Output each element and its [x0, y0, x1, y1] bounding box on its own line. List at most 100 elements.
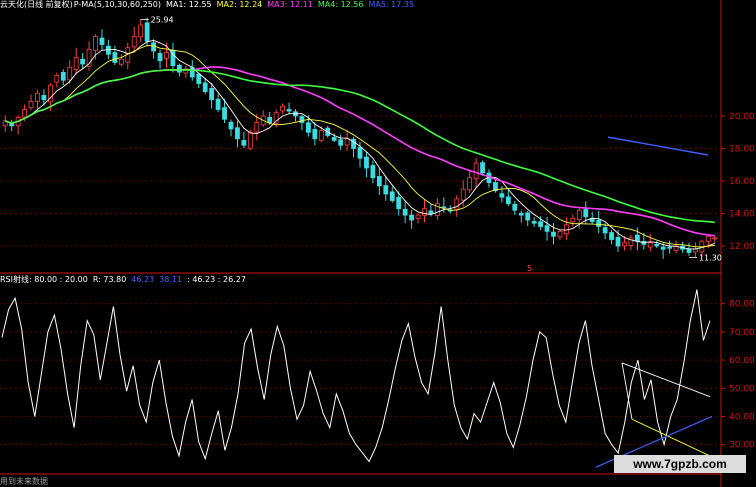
rsi-tick-label: 40.00	[729, 412, 755, 422]
candle-body	[286, 109, 292, 112]
low-label: 11.30	[699, 253, 722, 262]
ma5-value: MA5: 17.35	[368, 0, 415, 9]
footer-note: 用到未来数据	[0, 477, 48, 486]
rsi-tick-label: 80.00	[729, 300, 755, 310]
candle-body	[331, 137, 337, 141]
candle-body	[151, 42, 156, 52]
candle-body	[273, 112, 279, 124]
candle-body	[376, 176, 382, 187]
rsi-tick-label: 70.00	[729, 328, 755, 338]
candle-body	[118, 58, 124, 65]
bottom-marker: 5	[527, 264, 532, 273]
ma4-value: MA4: 12.56	[317, 0, 364, 9]
candle-body	[254, 122, 260, 133]
candle-body	[422, 208, 427, 216]
candle-body	[67, 66, 73, 81]
candle-body	[80, 58, 86, 65]
candle-body	[609, 232, 614, 240]
candle-body	[370, 165, 376, 179]
candle-body	[312, 129, 318, 140]
candle-body	[428, 210, 434, 214]
candle-body	[357, 147, 363, 159]
candle-body	[364, 156, 369, 169]
candle-body	[164, 52, 169, 59]
candle-body	[544, 225, 550, 232]
indicator-label: P-MA(5,10,30,60,250)	[73, 0, 162, 9]
trendline-lower	[631, 418, 711, 457]
rsi-v3: : 46.23 : 26.27	[187, 275, 246, 284]
stock-chart: 12.00 14.00 16.00 18.00 20.00 25.94 11.30 5 30.0…	[0, 0, 755, 487]
candle-body	[267, 117, 273, 123]
high-label: 25.94	[151, 15, 174, 24]
candle-body	[538, 221, 544, 227]
rsi-v2: 38.11	[159, 275, 183, 284]
candle-body	[512, 203, 518, 211]
candle-body	[576, 209, 582, 220]
candle-body	[667, 246, 673, 249]
candle-body	[460, 188, 466, 201]
candle-body	[215, 98, 221, 110]
candle-body	[305, 122, 311, 133]
candle-body	[615, 236, 621, 247]
rsi-r-value: R: 73.80	[92, 275, 127, 284]
rsi-tick-label: 50.00	[729, 384, 755, 394]
candle-body	[454, 198, 460, 210]
ma1-value: MA1: 12.55	[166, 0, 212, 9]
candle-body	[647, 242, 653, 248]
candle-body	[235, 127, 240, 140]
candle-body	[505, 196, 511, 205]
rsi-name: RSI射线	[0, 275, 29, 284]
candle-body	[35, 92, 40, 102]
candle-body	[570, 217, 576, 223]
stock-label: 云天化(日线 前复权)	[0, 0, 73, 9]
candle-body	[551, 231, 556, 237]
candle-body	[112, 52, 118, 63]
candle-body	[60, 72, 66, 81]
candle-body	[705, 235, 711, 242]
candle-body	[228, 121, 234, 130]
candle-body	[596, 219, 602, 227]
candle-body	[241, 140, 247, 146]
rsi-tick-label: 60.00	[729, 356, 755, 366]
candle-body	[557, 230, 563, 238]
candle-body	[99, 37, 105, 45]
candle-body	[531, 221, 537, 224]
rsi-panel-header: RSI射线: 80.00 : 20.00 R: 73.80 46.23 38.11: …	[0, 275, 251, 285]
ma3-value: MA3: 12.11	[267, 0, 313, 9]
candle-body	[518, 212, 524, 216]
candle-body	[73, 57, 79, 70]
ma250-line	[607, 136, 709, 156]
rsi-line	[1, 289, 711, 463]
candle-body	[93, 35, 98, 51]
candle-body	[318, 130, 324, 141]
candle-body	[131, 35, 137, 48]
candle-body	[402, 208, 408, 216]
candle-body	[299, 116, 305, 123]
candle-body	[280, 105, 285, 112]
watermark: www.7gpzb.com	[614, 455, 746, 473]
candle-body	[344, 138, 350, 146]
candle-body	[634, 234, 640, 242]
candle-body	[654, 243, 660, 247]
rsi-v1: 46.23	[131, 275, 155, 284]
candle-body	[693, 248, 698, 253]
price-tick-label: 12.00	[729, 242, 755, 252]
candle-body	[196, 73, 202, 84]
candle-body	[138, 24, 144, 38]
candle-body	[247, 131, 253, 149]
candle-body	[209, 88, 215, 101]
candle-body	[409, 214, 415, 221]
candle-body	[54, 74, 60, 83]
price-tick-label: 16.00	[729, 177, 755, 187]
price-tick-label: 14.00	[729, 210, 755, 220]
candle-body	[686, 248, 692, 253]
candle-body	[28, 100, 34, 109]
main-panel-header: 云天化(日线 前复权)P-MA(5,10,30,60,250) MA1: 12.5…	[0, 0, 419, 10]
candle-body	[22, 109, 27, 118]
candle-body	[602, 227, 608, 234]
candle-body	[622, 242, 627, 247]
price-tick-label: 20.00	[729, 112, 755, 122]
candle-body	[473, 162, 479, 180]
candle-body	[583, 209, 589, 218]
candle-body	[415, 214, 421, 219]
